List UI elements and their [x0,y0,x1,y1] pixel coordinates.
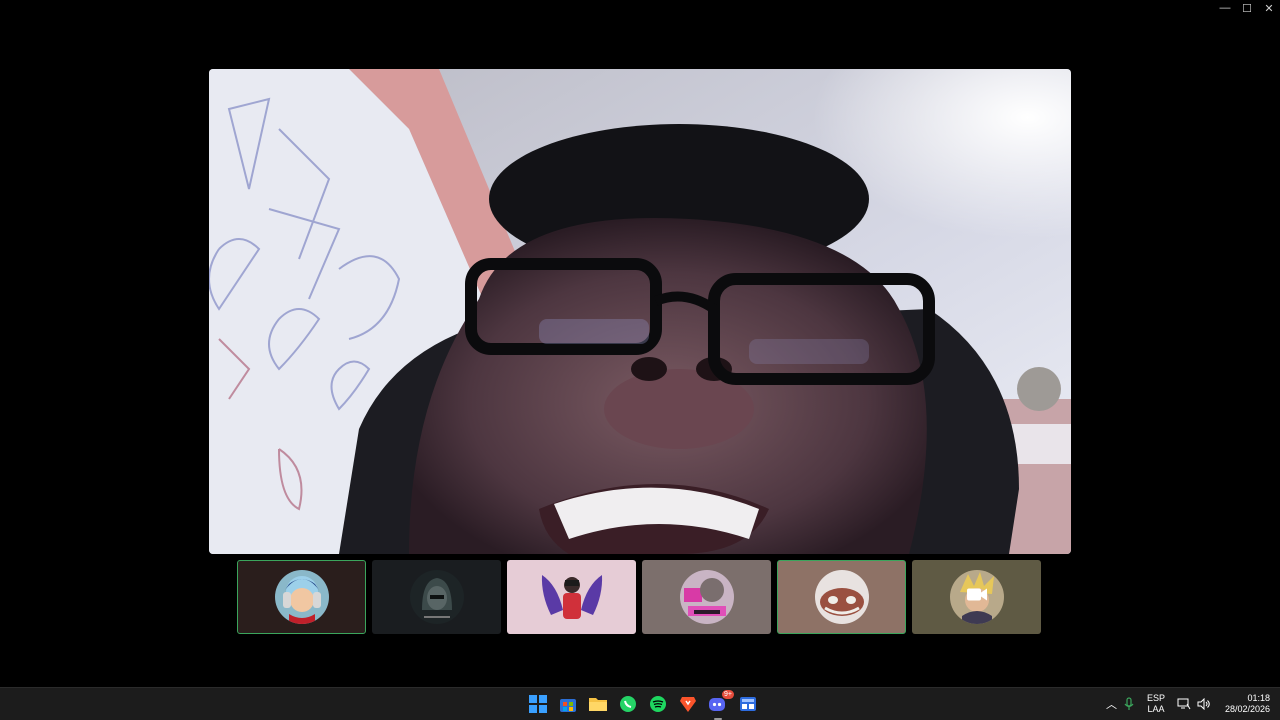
close-icon: ✕ [1264,2,1274,15]
dashboard-app-icon [740,697,756,711]
window-controls: — ☐ ✕ [1214,0,1280,16]
participant-tile-3[interactable] [507,560,636,634]
participant-tile-2[interactable] [372,560,501,634]
maximize-icon: ☐ [1242,2,1252,15]
hooded-figure-avatar-icon [409,570,464,624]
brave-icon [680,697,696,712]
discord-button[interactable]: 9+ [706,690,734,720]
taskbar-apps: 9+ [526,690,760,720]
network-icon[interactable] [1177,698,1191,710]
chevron-up-icon[interactable]: ︿ [1106,696,1117,712]
participant-strip [237,560,1041,634]
whatsapp-button[interactable] [616,692,640,716]
windows-start-icon [529,695,547,713]
dashboard-app-button[interactable] [736,692,760,716]
file-explorer-button[interactable] [586,692,610,716]
microphone-icon[interactable] [1123,697,1135,711]
participant-tile-1[interactable] [237,560,366,634]
clock[interactable]: 01:18 28/02/2026 [1225,693,1270,715]
brave-button[interactable] [676,692,700,716]
participant-tile-6[interactable] [912,560,1041,634]
neon-collage-avatar-icon [679,570,734,624]
system-tray: ︿ ESP LAA 01:18 28/02/2026 [1106,688,1270,720]
clock-date: 28/02/2026 [1224,704,1270,714]
close-button[interactable]: ✕ [1258,0,1280,16]
winged-figure-avatar-icon [537,565,607,629]
notification-badge: 9+ [722,690,734,699]
minimize-icon: — [1219,2,1231,14]
participant-tile-4[interactable] [642,560,771,634]
minimize-button[interactable]: — [1214,0,1236,16]
keyboard-layout: LAA [1147,704,1165,714]
anime-boy-avatar-icon [274,570,329,624]
start-button[interactable] [526,692,550,716]
whatsapp-icon [620,696,636,712]
camera-icon [966,587,988,608]
participant-tile-5[interactable] [777,560,906,634]
maximize-button[interactable]: ☐ [1236,0,1258,16]
store-icon [560,699,576,712]
spotify-icon [650,696,666,712]
clock-time: 01:18 [1247,693,1270,703]
creature-avatar-icon [814,570,869,624]
store-app-button[interactable] [556,692,580,716]
language-indicator[interactable]: ESP LAA [1147,693,1165,715]
spotify-button[interactable] [646,692,670,716]
webcam-video-frame [209,69,1071,554]
discord-call-window: — ☐ ✕ [0,0,1280,687]
main-video-stream[interactable] [209,69,1071,554]
taskbar: 9+ ︿ ESP LAA 01:18 28/02/2026 [0,687,1280,720]
language-code: ESP [1146,693,1165,703]
volume-icon[interactable] [1197,698,1211,710]
file-explorer-icon [589,698,607,711]
